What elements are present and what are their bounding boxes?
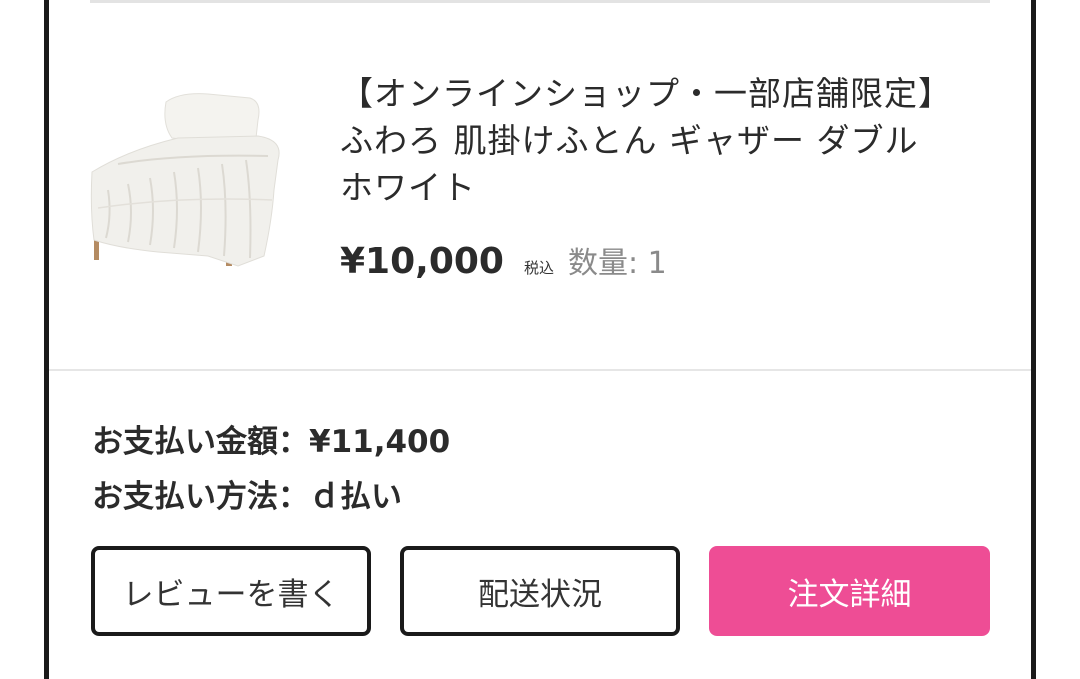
product-title[interactable]: 【オンラインショップ・一部店舗限定】 ふわろ 肌掛けふとん ギャザー ダブル ホ… (340, 70, 980, 211)
payment-summary: お支払い金額：¥11,400 お支払い方法：ｄ払い (92, 415, 450, 525)
shipping-status-button[interactable]: 配送状況 (400, 546, 680, 636)
order-detail-button[interactable]: 注文詳細 (709, 546, 990, 636)
product-price: ¥10,000 (340, 241, 504, 282)
payment-method: お支払い方法：ｄ払い (92, 479, 402, 515)
tax-label: 税込 (523, 259, 554, 277)
left-border (44, 0, 49, 679)
write-review-button[interactable]: レビューを書く (91, 546, 371, 636)
bed-comforter-icon (88, 80, 298, 280)
payment-amount: お支払い金額：¥11,400 (92, 424, 451, 460)
right-border (1031, 0, 1036, 679)
product-title-line-1: 【オンラインショップ・一部店舗限定】 (340, 74, 952, 113)
product-image[interactable] (88, 80, 298, 280)
price-row: ¥10,000 税込 数量: 1 (340, 238, 667, 282)
top-divider (90, 0, 990, 3)
product-title-line-3: ホワイト (340, 168, 476, 207)
quantity-label: 数量: 1 (567, 246, 667, 281)
section-divider (49, 369, 1031, 371)
order-card: 【オンラインショップ・一部店舗限定】 ふわろ 肌掛けふとん ギャザー ダブル ホ… (0, 0, 1080, 679)
product-title-line-2: ふわろ 肌掛けふとん ギャザー ダブル (340, 121, 919, 160)
